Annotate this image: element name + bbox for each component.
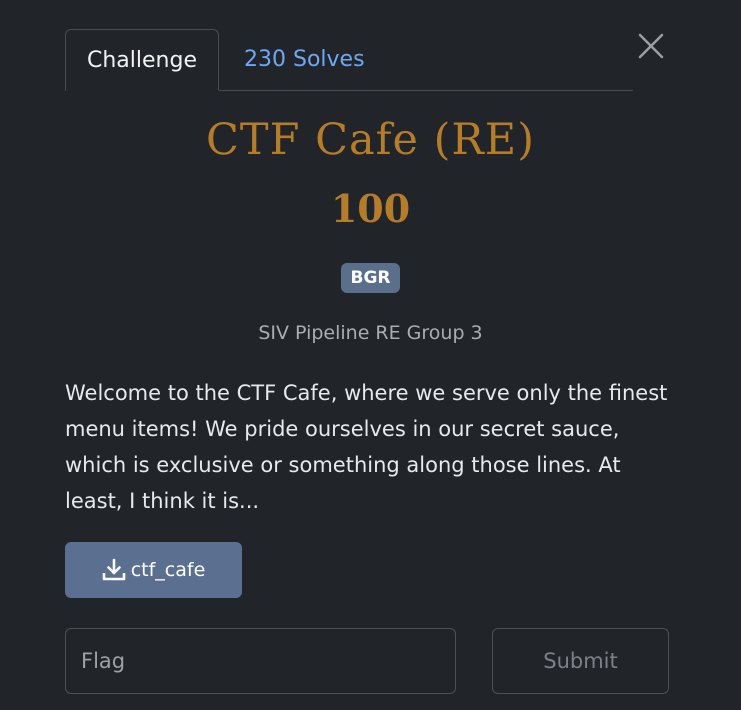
tab-challenge[interactable]: Challenge (65, 29, 219, 91)
tab-solves[interactable]: 230 Solves (244, 29, 365, 90)
category-badge: BGR (341, 263, 400, 293)
close-icon (638, 33, 664, 59)
download-file-label: ctf_cafe (130, 559, 206, 581)
tag-container: BGR (0, 263, 741, 293)
challenge-description: Welcome to the CTF Cafe, where we serve … (65, 381, 668, 513)
challenge-subtitle: SIV Pipeline RE Group 3 (258, 322, 483, 344)
download-icon (102, 558, 126, 581)
submit-button[interactable]: Submit (492, 628, 669, 694)
close-button[interactable] (633, 29, 669, 65)
flag-input[interactable] (65, 628, 456, 694)
challenge-title: CTF Cafe (RE) (206, 115, 535, 165)
challenge-points: 100 (330, 186, 411, 231)
challenge-modal: Challenge 230 Solves CTF Cafe (RE) 100 B… (0, 0, 741, 710)
download-file-button[interactable]: ctf_cafe (65, 542, 242, 598)
tab-bar: Challenge 230 Solves (65, 29, 633, 91)
